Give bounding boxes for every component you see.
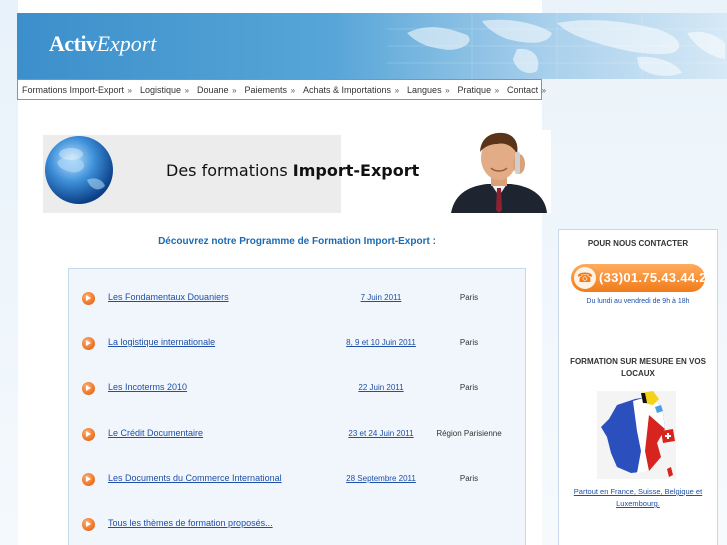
sidebar: POUR NOUS CONTACTER ☎ (33)01.75.43.44.20… bbox=[558, 229, 718, 545]
businessman-on-phone-image bbox=[447, 130, 551, 213]
logo-bold-text: Activ bbox=[49, 31, 97, 56]
table-row: La logistique internationale 8, 9 et 10 … bbox=[69, 333, 525, 353]
contact-title: POUR NOUS CONTACTER bbox=[587, 239, 689, 248]
formation-place: Paris bbox=[459, 293, 479, 302]
nav-item-pratique[interactable]: Pratique » bbox=[458, 85, 500, 95]
formation-date-link[interactable]: 8, 9 et 10 Juin 2011 bbox=[331, 338, 431, 347]
chevron-right-icon: » bbox=[541, 85, 547, 95]
formation-place: Paris bbox=[459, 383, 479, 392]
phone-button[interactable]: ☎ (33)01.75.43.44.20 bbox=[571, 264, 714, 292]
nav-label: Douane bbox=[197, 84, 229, 95]
chevron-right-icon: » bbox=[290, 85, 296, 95]
nav-item-langues[interactable]: Langues » bbox=[407, 85, 450, 95]
nav-item-logistique[interactable]: Logistique » bbox=[140, 85, 189, 95]
site-header: ActivExport bbox=[17, 13, 727, 79]
nav-label: Formations Import-Export bbox=[22, 84, 125, 95]
arrow-right-icon[interactable] bbox=[82, 518, 95, 531]
chevron-right-icon: » bbox=[184, 85, 190, 95]
promo-banner: Des formations Import-Export bbox=[43, 135, 419, 213]
site-logo[interactable]: ActivExport bbox=[49, 31, 156, 57]
promo-text-bold: Import-Export bbox=[292, 161, 420, 180]
table-row: Les Incoterms 2010 22 Juin 2011 Paris bbox=[69, 378, 525, 398]
nav-label: Paiements bbox=[244, 84, 288, 95]
formation-place: Région Parisienne bbox=[436, 429, 502, 438]
nav-label: Langues bbox=[407, 84, 442, 95]
formation-date-link[interactable]: 22 Juin 2011 bbox=[331, 383, 431, 392]
formation-title-link[interactable]: La logistique internationale bbox=[108, 337, 215, 347]
chevron-right-icon: » bbox=[494, 85, 500, 95]
nav-label: Achats & Importations bbox=[303, 84, 392, 95]
chevron-right-icon: » bbox=[232, 85, 237, 95]
formation-date-link[interactable]: 7 Juin 2011 bbox=[331, 293, 431, 302]
formation-title-link[interactable]: Les Fondamentaux Douaniers bbox=[108, 292, 229, 302]
promo-headline: Des formations Import-Export bbox=[166, 161, 419, 180]
arrow-right-icon[interactable] bbox=[82, 473, 95, 486]
formation-title-link[interactable]: Le Crédit Documentaire bbox=[108, 428, 203, 438]
nav-item-paiements[interactable]: Paiements » bbox=[245, 85, 296, 95]
nav-item-douane[interactable]: Douane » bbox=[197, 85, 237, 95]
nav-label: Logistique bbox=[140, 84, 182, 95]
logo-italic-text: Export bbox=[96, 31, 157, 56]
table-row: Les Fondamentaux Douaniers 7 Juin 2011 P… bbox=[69, 288, 525, 308]
arrow-right-icon[interactable] bbox=[82, 337, 95, 350]
nav-label: Contact bbox=[507, 84, 539, 95]
formation-place: Paris bbox=[459, 474, 479, 483]
france-map-image[interactable] bbox=[597, 391, 676, 479]
arrow-right-icon[interactable] bbox=[82, 428, 95, 441]
formation-date-link[interactable]: 23 et 24 Juin 2011 bbox=[331, 429, 431, 438]
phone-icon: ☎ bbox=[574, 267, 596, 289]
main-nav: Formations Import-Export » Logistique » … bbox=[17, 79, 546, 100]
table-row: Tous les thèmes de formation proposés... bbox=[69, 514, 525, 534]
nav-item-contact[interactable]: Contact » bbox=[507, 85, 546, 95]
table-row: Le Crédit Documentaire 23 et 24 Juin 201… bbox=[69, 424, 525, 444]
contact-hours: Du lundi au vendredi de 9h à 18h bbox=[586, 298, 690, 305]
formation-title-link[interactable]: Les Documents du Commerce International bbox=[108, 473, 282, 483]
all-formations-link[interactable]: Tous les thèmes de formation proposés... bbox=[108, 518, 273, 528]
chevron-right-icon: » bbox=[127, 85, 132, 95]
custom-training-title: FORMATION SUR MESURE EN VOS LOCAUX bbox=[570, 357, 706, 378]
world-map-graphic bbox=[387, 13, 727, 79]
section-title: Découvrez notre Programme de Formation I… bbox=[158, 236, 436, 247]
globe-image bbox=[45, 136, 113, 204]
table-row: Les Documents du Commerce International … bbox=[69, 469, 525, 489]
coverage-link[interactable]: Partout en France, Suisse, Belgique et L… bbox=[565, 486, 711, 510]
promo-text-normal: Des formations bbox=[166, 161, 293, 180]
arrow-right-icon[interactable] bbox=[82, 382, 95, 395]
formation-date-link[interactable]: 28 Septembre 2011 bbox=[331, 474, 431, 483]
formation-place: Paris bbox=[459, 338, 479, 347]
nav-label: Pratique bbox=[457, 84, 492, 95]
page-background-left bbox=[0, 0, 18, 545]
phone-number: (33)01.75.43.44.20 bbox=[599, 270, 715, 285]
arrow-right-icon[interactable] bbox=[82, 292, 95, 305]
chevron-right-icon: » bbox=[445, 85, 450, 95]
formation-title-link[interactable]: Les Incoterms 2010 bbox=[108, 382, 187, 392]
nav-item-achats[interactable]: Achats & Importations » bbox=[303, 85, 399, 95]
formation-table: Les Fondamentaux Douaniers 7 Juin 2011 P… bbox=[68, 268, 526, 545]
nav-item-formations[interactable]: Formations Import-Export » bbox=[22, 85, 132, 95]
chevron-right-icon: » bbox=[394, 85, 400, 95]
